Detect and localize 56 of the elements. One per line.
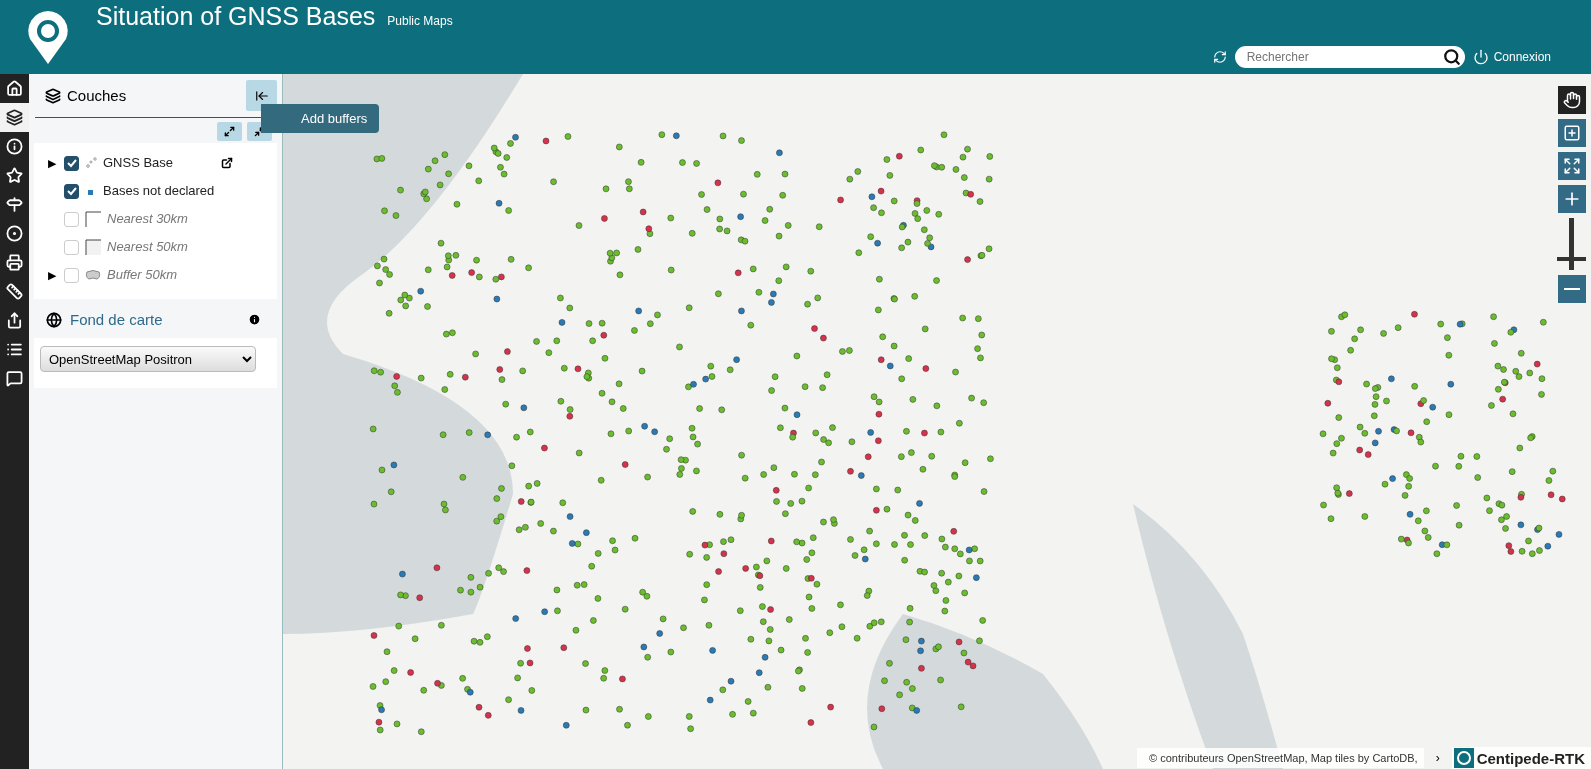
info-icon [6, 138, 23, 155]
basemap-title: Fond de carte [70, 311, 164, 328]
fill-legend-icon [85, 239, 101, 255]
zoom-slider-thumb[interactable] [1557, 256, 1586, 261]
layers-icon [6, 109, 23, 126]
zoom-box-icon [1562, 124, 1581, 142]
zoom-out-button[interactable] [1557, 275, 1586, 303]
star-icon [6, 167, 23, 184]
list-icon [6, 341, 23, 358]
search-icon[interactable] [1442, 48, 1461, 66]
signpost-icon [6, 196, 23, 213]
layer-checkbox[interactable] [64, 183, 79, 199]
attribution-toggle[interactable]: › [1431, 751, 1444, 765]
basemap-select[interactable]: OpenStreetMap Positron [40, 346, 256, 372]
share-icon [6, 312, 23, 329]
zoom-box-tool-button[interactable] [1557, 119, 1586, 147]
globe-icon [46, 311, 62, 328]
hand-tool-button[interactable] [1557, 86, 1586, 114]
minus-icon [1563, 288, 1580, 290]
brand-name: Centipede-RTK [1476, 749, 1585, 767]
layer-label: GNSS Base [103, 154, 175, 172]
layer-label: Nearest 50km [107, 238, 189, 256]
hand-icon [1562, 91, 1581, 109]
points-legend-icon [85, 157, 97, 169]
expand-icon [224, 126, 235, 137]
layers-button[interactable] [0, 103, 29, 132]
zoom-in-button[interactable] [1557, 185, 1586, 213]
blob-legend-icon [85, 269, 101, 281]
layer-label: Buffer 50km [107, 266, 179, 284]
page-title: Situation of GNSS Bases [96, 2, 376, 31]
expand-arrows-icon [1562, 157, 1581, 175]
refresh-icon[interactable] [1212, 50, 1227, 64]
expand-all-button[interactable] [217, 122, 242, 141]
expand-toggle[interactable]: ▶ [46, 156, 58, 170]
layer-checkbox[interactable] [64, 155, 79, 171]
comment-icon [6, 370, 23, 387]
info-icon[interactable] [248, 313, 261, 326]
arrow-left-icon [254, 88, 269, 103]
map-attribution: © contributeurs OpenStreetMap, Map tiles by CartoDB, [1137, 748, 1424, 768]
layer-label: Nearest 30km [107, 210, 189, 228]
layer-label: Bases not declared [103, 182, 215, 200]
target-icon [6, 225, 23, 242]
panel-title: Couches [67, 87, 127, 104]
expand-arrows-tool-button[interactable] [1557, 152, 1586, 180]
line-legend-icon [85, 211, 101, 227]
page-subtitle: Public Maps [387, 14, 453, 28]
logo-icon [26, 9, 70, 65]
open-icon[interactable] [221, 157, 233, 169]
print-icon [6, 254, 23, 271]
ruler-icon [6, 283, 23, 300]
home-icon [6, 80, 23, 97]
login-link[interactable]: Connexion [1472, 49, 1551, 65]
search-field[interactable]: Rechercher [1234, 46, 1465, 68]
layers-icon [45, 87, 61, 104]
power-icon [1472, 49, 1489, 65]
tooltip: Add buffers [261, 104, 380, 133]
